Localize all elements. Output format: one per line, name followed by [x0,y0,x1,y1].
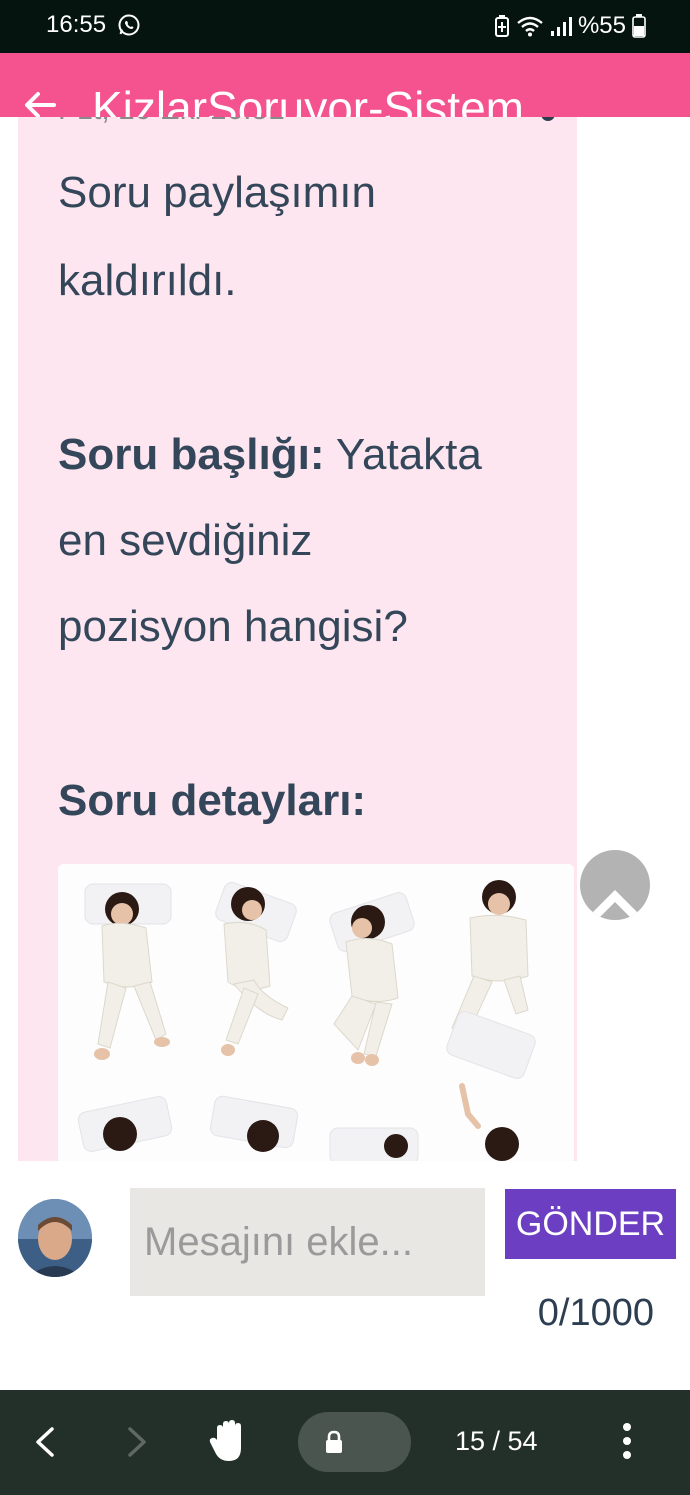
tab-page-count[interactable]: 15 / 54 [455,1426,538,1457]
conversation-area[interactable]: Pzt, 10 Eki 16:51 Soru paylaşımın kaldır… [0,117,690,1161]
scroll-to-top-button[interactable] [580,850,650,920]
question-title-line: en sevdiğiniz [58,516,313,565]
question-title-label: Soru başlığı: [58,430,325,479]
more-vert-icon[interactable] [620,1421,634,1461]
browser-toolbar: 15 / 54 [0,1390,690,1495]
battery-percent: %55 [577,12,626,39]
message-input[interactable] [130,1188,485,1296]
message-composer: GÖNDER 0/1000 [0,1161,690,1390]
chevron-left-icon[interactable] [30,1425,60,1459]
page-title: KizlarSoruyor-Sistem [92,82,524,117]
message-menu-icon[interactable] [541,117,555,121]
sleeping-positions-image [58,864,574,1161]
character-counter: 0/1000 [537,1292,654,1334]
chevron-up-icon [585,890,645,920]
chevron-right-icon[interactable] [122,1425,152,1459]
question-image[interactable] [58,864,574,1161]
question-title-value: Yatakta [324,430,482,479]
battery-icon [632,14,646,38]
question-details-label: Soru detayları: [58,776,367,825]
question-title-line: pozisyon hangisi? [58,602,408,651]
arrow-left-icon[interactable] [22,87,58,117]
message-text-line: kaldırıldı. [58,256,237,305]
address-bar[interactable] [298,1412,411,1472]
whatsapp-icon [118,14,140,36]
message-bubble: Pzt, 10 Eki 16:51 Soru paylaşımın kaldır… [18,117,577,1161]
status-bar: 16:55 %55 [0,0,690,53]
wifi-icon [517,16,543,37]
status-time: 16:55 [46,11,107,38]
battery-saver-icon [494,15,509,37]
send-button[interactable]: GÖNDER [505,1189,676,1259]
lock-icon [326,1430,342,1453]
app-bar: KizlarSoruyor-Sistem [0,53,690,117]
hand-icon[interactable] [207,1418,253,1464]
signal-icon [550,17,572,36]
message-text-line: Soru paylaşımın [58,168,376,217]
avatar [18,1199,92,1277]
status-icons: %55 [494,11,646,41]
message-timestamp: Pzt, 10 Eki 16:51 [58,117,285,127]
question-title-line: Soru başlığı: Yatakta [58,411,568,499]
